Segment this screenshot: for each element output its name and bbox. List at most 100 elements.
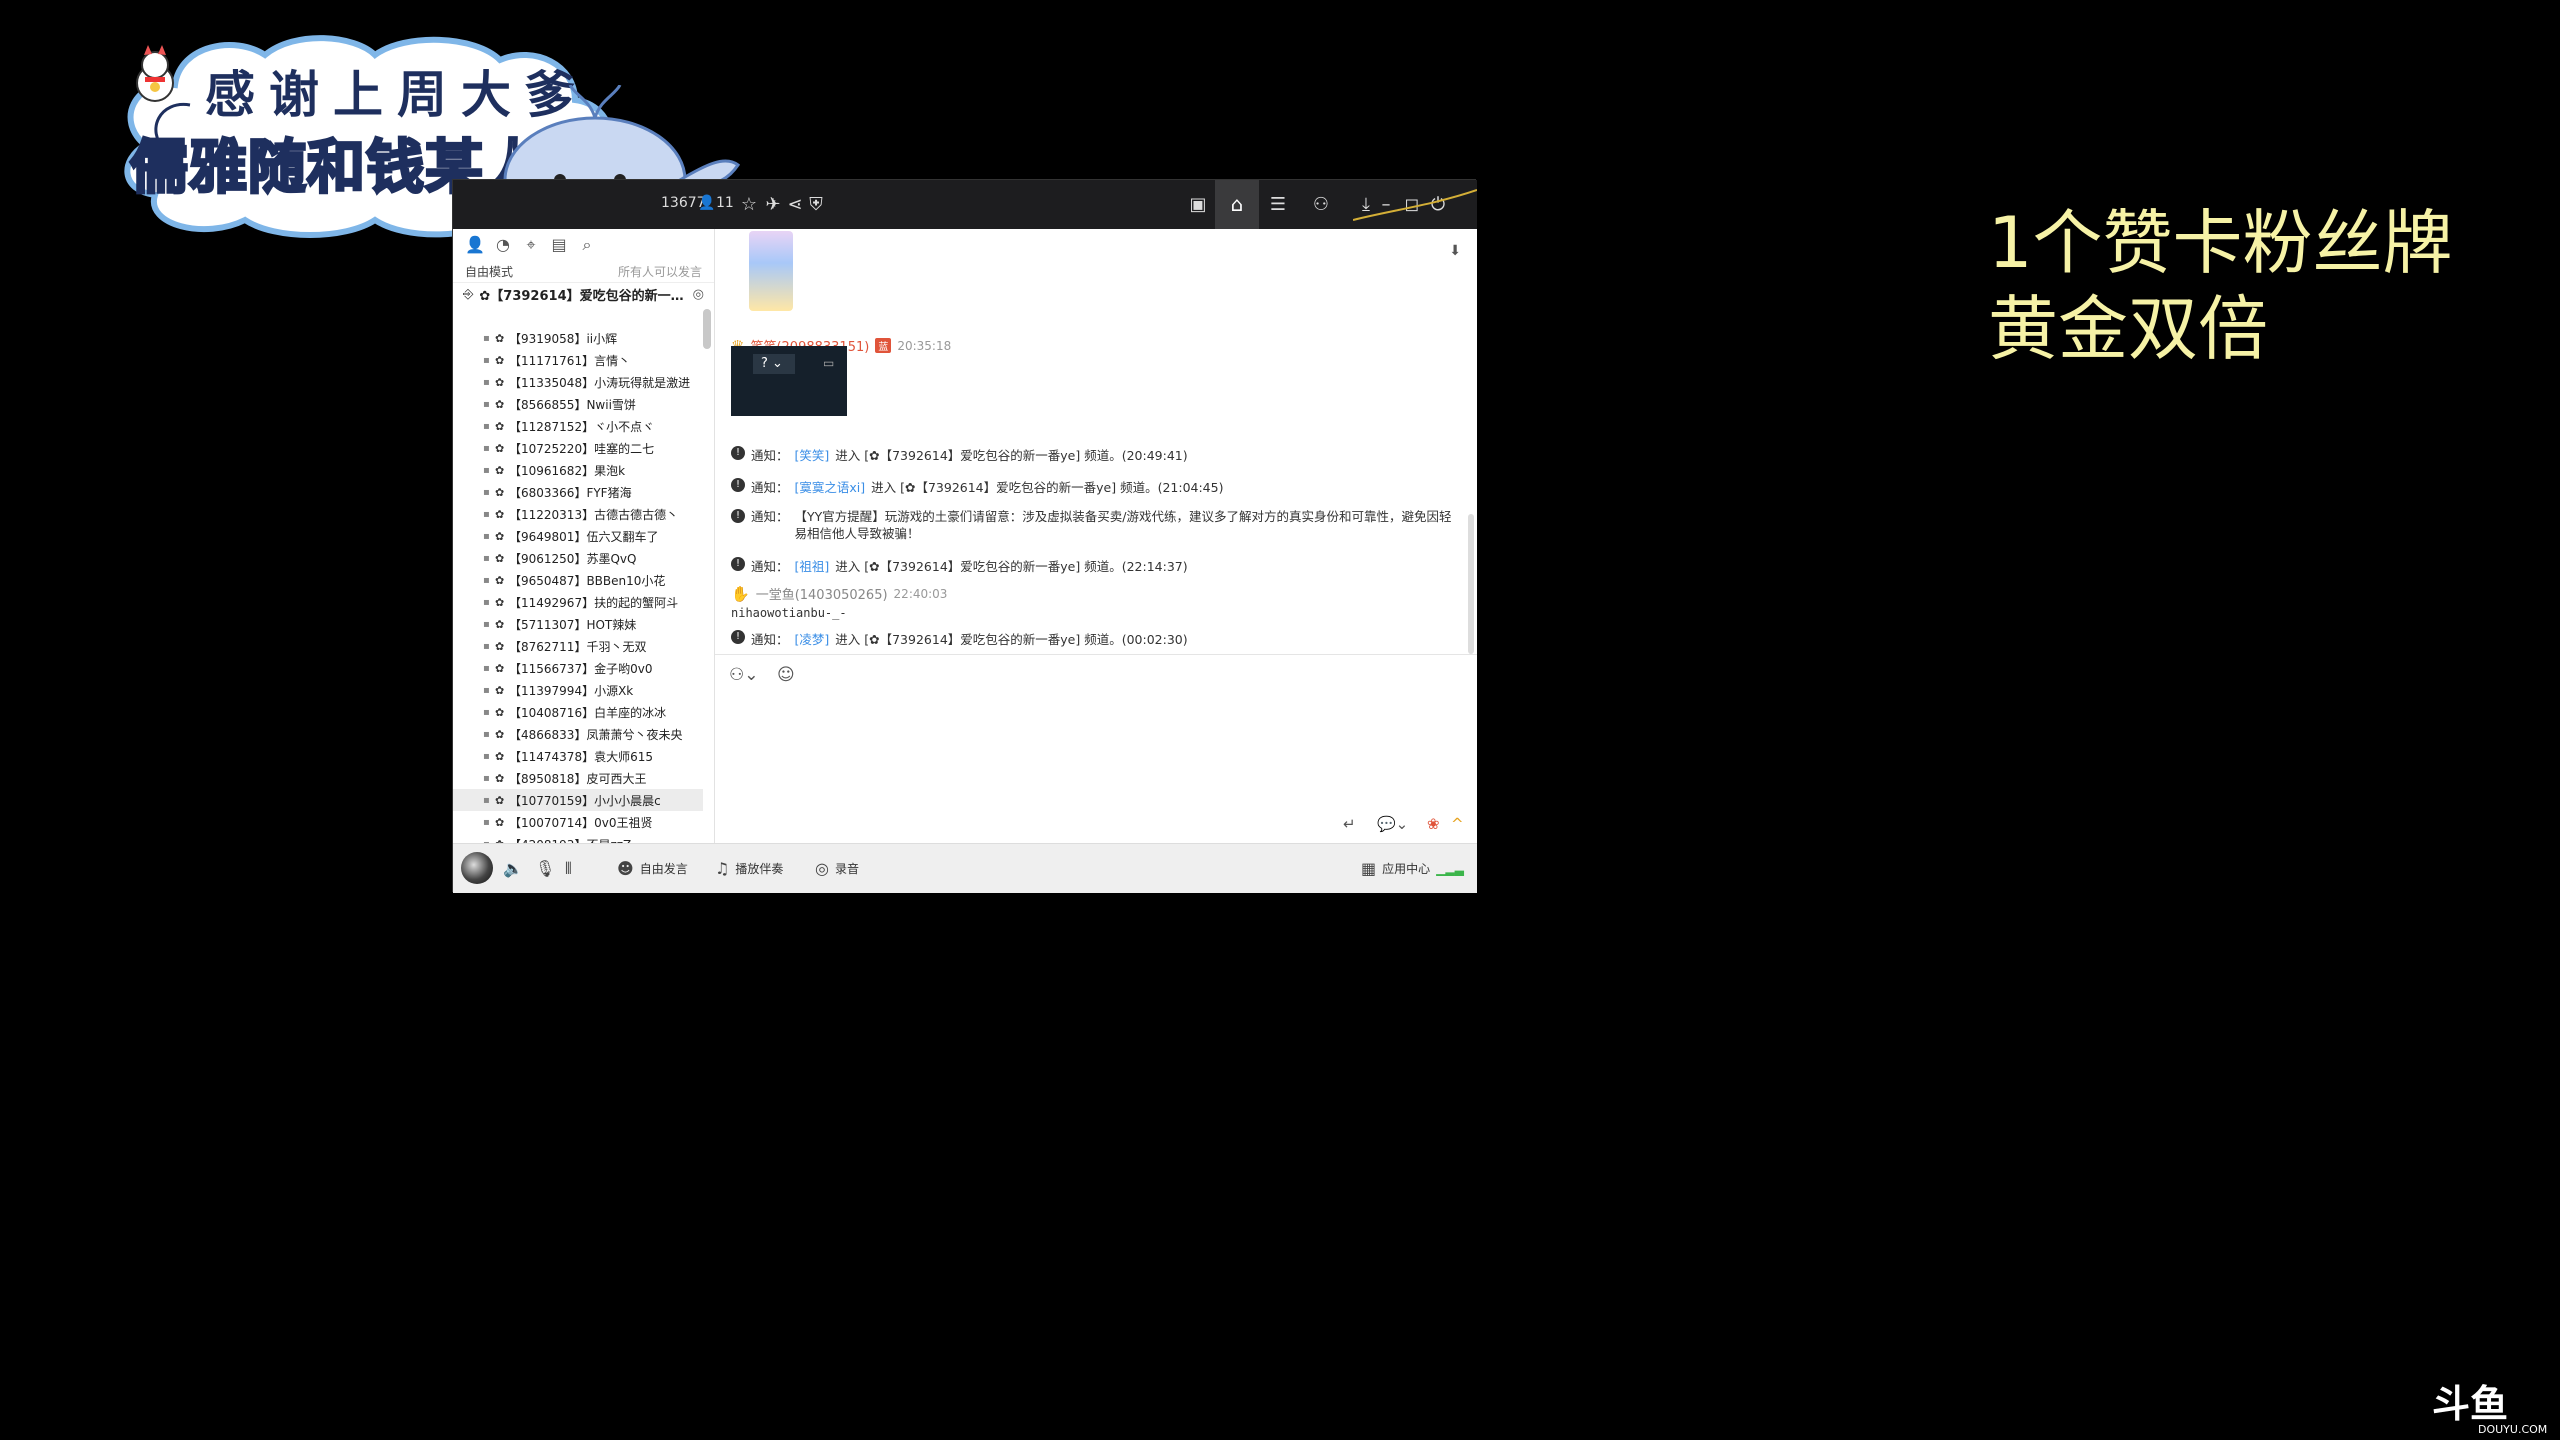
chat-scrollbar[interactable]	[1468, 514, 1474, 654]
user-name: 【6803366】FYF猪海	[509, 485, 632, 500]
user-list-item[interactable]: ▪ ✿ 【9061250】苏墨QvQ	[453, 547, 703, 569]
user-list-item[interactable]: ▪ ✿ 【10725220】哇塞的二七	[453, 437, 703, 459]
mic-status-icon: ▪	[483, 816, 490, 828]
douyu-logo: 斗鱼	[2432, 1382, 2509, 1426]
microphone-icon[interactable]: 🎙	[535, 859, 555, 878]
member-icon: ✿	[495, 639, 505, 653]
info-icon: !	[731, 509, 745, 523]
chat-area: ⬇ ♛ 笑笑(2098833151) 蓝 20:35:18 ? ⌄ ▭ ! 通知…	[715, 229, 1477, 655]
chat-bubble-icon[interactable]: 💬⌄	[1377, 815, 1408, 833]
search-icon[interactable]: ⌕	[577, 235, 597, 255]
record-button[interactable]: ◎ 录音	[815, 859, 859, 878]
gamepad-icon[interactable]: ⚇	[1308, 192, 1334, 218]
emoji-icon[interactable]: ☺	[777, 665, 795, 685]
channel-name: ✿【7392614】爱吃包谷的新一…	[479, 288, 684, 304]
promo-line-1: 1个赞卡粉丝牌	[1988, 202, 2453, 284]
scroll-bottom-icon[interactable]: ⬇	[1449, 243, 1461, 259]
user-list-item[interactable]: ▪ ✿ 【10070714】0v0王祖贤	[453, 811, 703, 833]
free-speak-button[interactable]: ☻ 自由发言	[617, 859, 688, 878]
play-music-button[interactable]: ♫ 播放伴奏	[715, 859, 783, 878]
user-list-item[interactable]: ▪ ✿ 【11492967】扶的起的蟹阿斗	[453, 591, 703, 613]
board-icon[interactable]: ▤	[549, 235, 569, 255]
user-name: 【10070714】0v0王祖贤	[509, 815, 653, 830]
enter-icon[interactable]: ↵	[1343, 815, 1356, 833]
user-list-item[interactable]: ▪ ✿ 【9319058】ii小辉	[453, 327, 703, 349]
user-icon[interactable]: 👤	[465, 235, 485, 255]
video-icon[interactable]: ▣	[1185, 192, 1211, 218]
speaker-icon[interactable]: 🔈	[503, 859, 523, 878]
help-button[interactable]: ? ⌄	[753, 354, 795, 374]
user-name: 【9319058】ii小辉	[509, 331, 618, 346]
mic-status-icon: ▪	[483, 508, 490, 520]
chat-message-text: nihaowotianbu-_-	[731, 606, 847, 620]
user-list-item[interactable]: ▪ ✿ 【8566855】Nwii雪饼	[453, 393, 703, 415]
user-list-item[interactable]: ▪ ✿ 【11335048】小涛玩得就是激进	[453, 371, 703, 393]
channel-root[interactable]: ⎆ ✿【7392614】爱吃包谷的新一… ◎	[453, 283, 714, 305]
sender-name[interactable]: 一堂鱼(1403050265)	[756, 584, 888, 603]
location-icon[interactable]: ⌖	[521, 235, 541, 255]
member-icon: ✿	[495, 419, 505, 433]
user-name: 【4866833】凤萧萧兮丶夜未央	[509, 727, 683, 742]
user-list-item[interactable]: ▪ ✿ 【11474378】袁大师615	[453, 745, 703, 767]
message-time: 20:35:18	[897, 338, 952, 353]
user-list-item[interactable]: ▪ ✿ 【11287152】ヾ小不点ヾ	[453, 415, 703, 437]
message-input[interactable]: ⚇⌄ ☺ ↵ 💬⌄ ❀ ^	[715, 655, 1477, 843]
user-name: 【10770159】小小小晨晨c	[509, 793, 661, 808]
app-center-button[interactable]: ▦ 应用中心 ▁▂▃	[1361, 859, 1464, 878]
chat-icon[interactable]: ◔	[493, 235, 513, 255]
user-list-item[interactable]: ▪ ✿ 【11220313】古德古德古德丶	[453, 503, 703, 525]
notice-user[interactable]: [祖祖]	[795, 556, 830, 575]
level-badge: 蓝	[875, 338, 892, 353]
member-icon: ✿	[495, 353, 505, 367]
user-count-icon: 👤	[698, 195, 716, 211]
gift-image	[749, 231, 793, 311]
mic-status-icon: ▪	[483, 442, 490, 454]
pin-icon[interactable]: ◎	[693, 287, 704, 302]
notice-user[interactable]: [凌梦]	[795, 629, 830, 648]
shield-icon[interactable]: ⛨	[803, 192, 829, 218]
scrollbar[interactable]	[703, 309, 711, 349]
member-icon: ✿	[495, 573, 505, 587]
member-icon: ✿	[495, 441, 505, 455]
mic-status-icon: ▪	[483, 398, 490, 410]
member-icon: ✿	[495, 727, 505, 741]
mic-status-icon: ▪	[483, 794, 490, 806]
online-count: 11	[716, 195, 734, 211]
user-name: 【8566855】Nwii雪饼	[509, 397, 636, 412]
mode-label[interactable]: 自由模式	[465, 263, 513, 280]
grid-icon: ▦	[1361, 859, 1377, 878]
user-list-item[interactable]: ▪ ✿ 【10770159】小小小晨晨c	[453, 789, 703, 811]
expand-icon[interactable]: ^	[1451, 815, 1464, 833]
yy-client-window: 13677 👤 11 ☆ ✈ ⋖ ⛨ ▣ ⌂ ☰ ⚇ ⤓ – ◻ ⏻ 👤 ◔ ⌖	[452, 179, 1477, 893]
user-list: ▪ ✿ 【9319058】ii小辉 ▪ ✿ 【11171761】言情丶 ▪ ✿ 【1133504…	[453, 327, 703, 877]
user-list-item[interactable]: ▪ ✿ 【5711307】HOT辣妹	[453, 613, 703, 635]
user-name: 【5711307】HOT辣妹	[509, 617, 637, 632]
mic-status-icon: ▪	[483, 530, 490, 542]
user-name: 【10408716】白羊座的冰冰	[509, 705, 667, 720]
gamepad-icon[interactable]: ⚇⌄	[729, 665, 758, 685]
notice-user[interactable]: [寞寞之语xi]	[795, 477, 866, 496]
mixer-icon[interactable]: ⫴	[565, 859, 572, 879]
video-thumbnail[interactable]: ? ⌄ ▭	[731, 346, 847, 416]
user-list-item[interactable]: ▪ ✿ 【6803366】FYF猪海	[453, 481, 703, 503]
channel-enter-icon[interactable]: ⎆	[463, 287, 473, 302]
user-list-item[interactable]: ▪ ✿ 【8762711】千羽丶无双	[453, 635, 703, 657]
user-list-item[interactable]: ▪ ✿ 【11397994】小源Xk	[453, 679, 703, 701]
user-name: 【11220313】古德古德古德丶	[509, 507, 679, 522]
list-icon[interactable]: ☰	[1265, 192, 1291, 218]
user-list-item[interactable]: ▪ ✿ 【4866833】凤萧萧兮丶夜未央	[453, 723, 703, 745]
rose-icon[interactable]: ❀	[1427, 815, 1440, 833]
favorite-icon[interactable]: ☆	[736, 192, 762, 218]
notice-user[interactable]: [笑笑]	[795, 445, 830, 464]
avatar[interactable]	[461, 852, 493, 884]
user-list-item[interactable]: ▪ ✿ 【8950818】皮可西大王	[453, 767, 703, 789]
member-icon: ✿	[495, 749, 505, 763]
home-button[interactable]: ⌂	[1215, 180, 1259, 229]
user-list-item[interactable]: ▪ ✿ 【9650487】BBBen10小花	[453, 569, 703, 591]
mic-status-icon: ▪	[483, 376, 490, 388]
user-list-item[interactable]: ▪ ✿ 【9649801】伍六又翻车了	[453, 525, 703, 547]
user-list-item[interactable]: ▪ ✿ 【10408716】白羊座的冰冰	[453, 701, 703, 723]
user-list-item[interactable]: ▪ ✿ 【11566737】金子哟0v0	[453, 657, 703, 679]
user-list-item[interactable]: ▪ ✿ 【10961682】果泡k	[453, 459, 703, 481]
user-list-item[interactable]: ▪ ✿ 【11171761】言情丶	[453, 349, 703, 371]
